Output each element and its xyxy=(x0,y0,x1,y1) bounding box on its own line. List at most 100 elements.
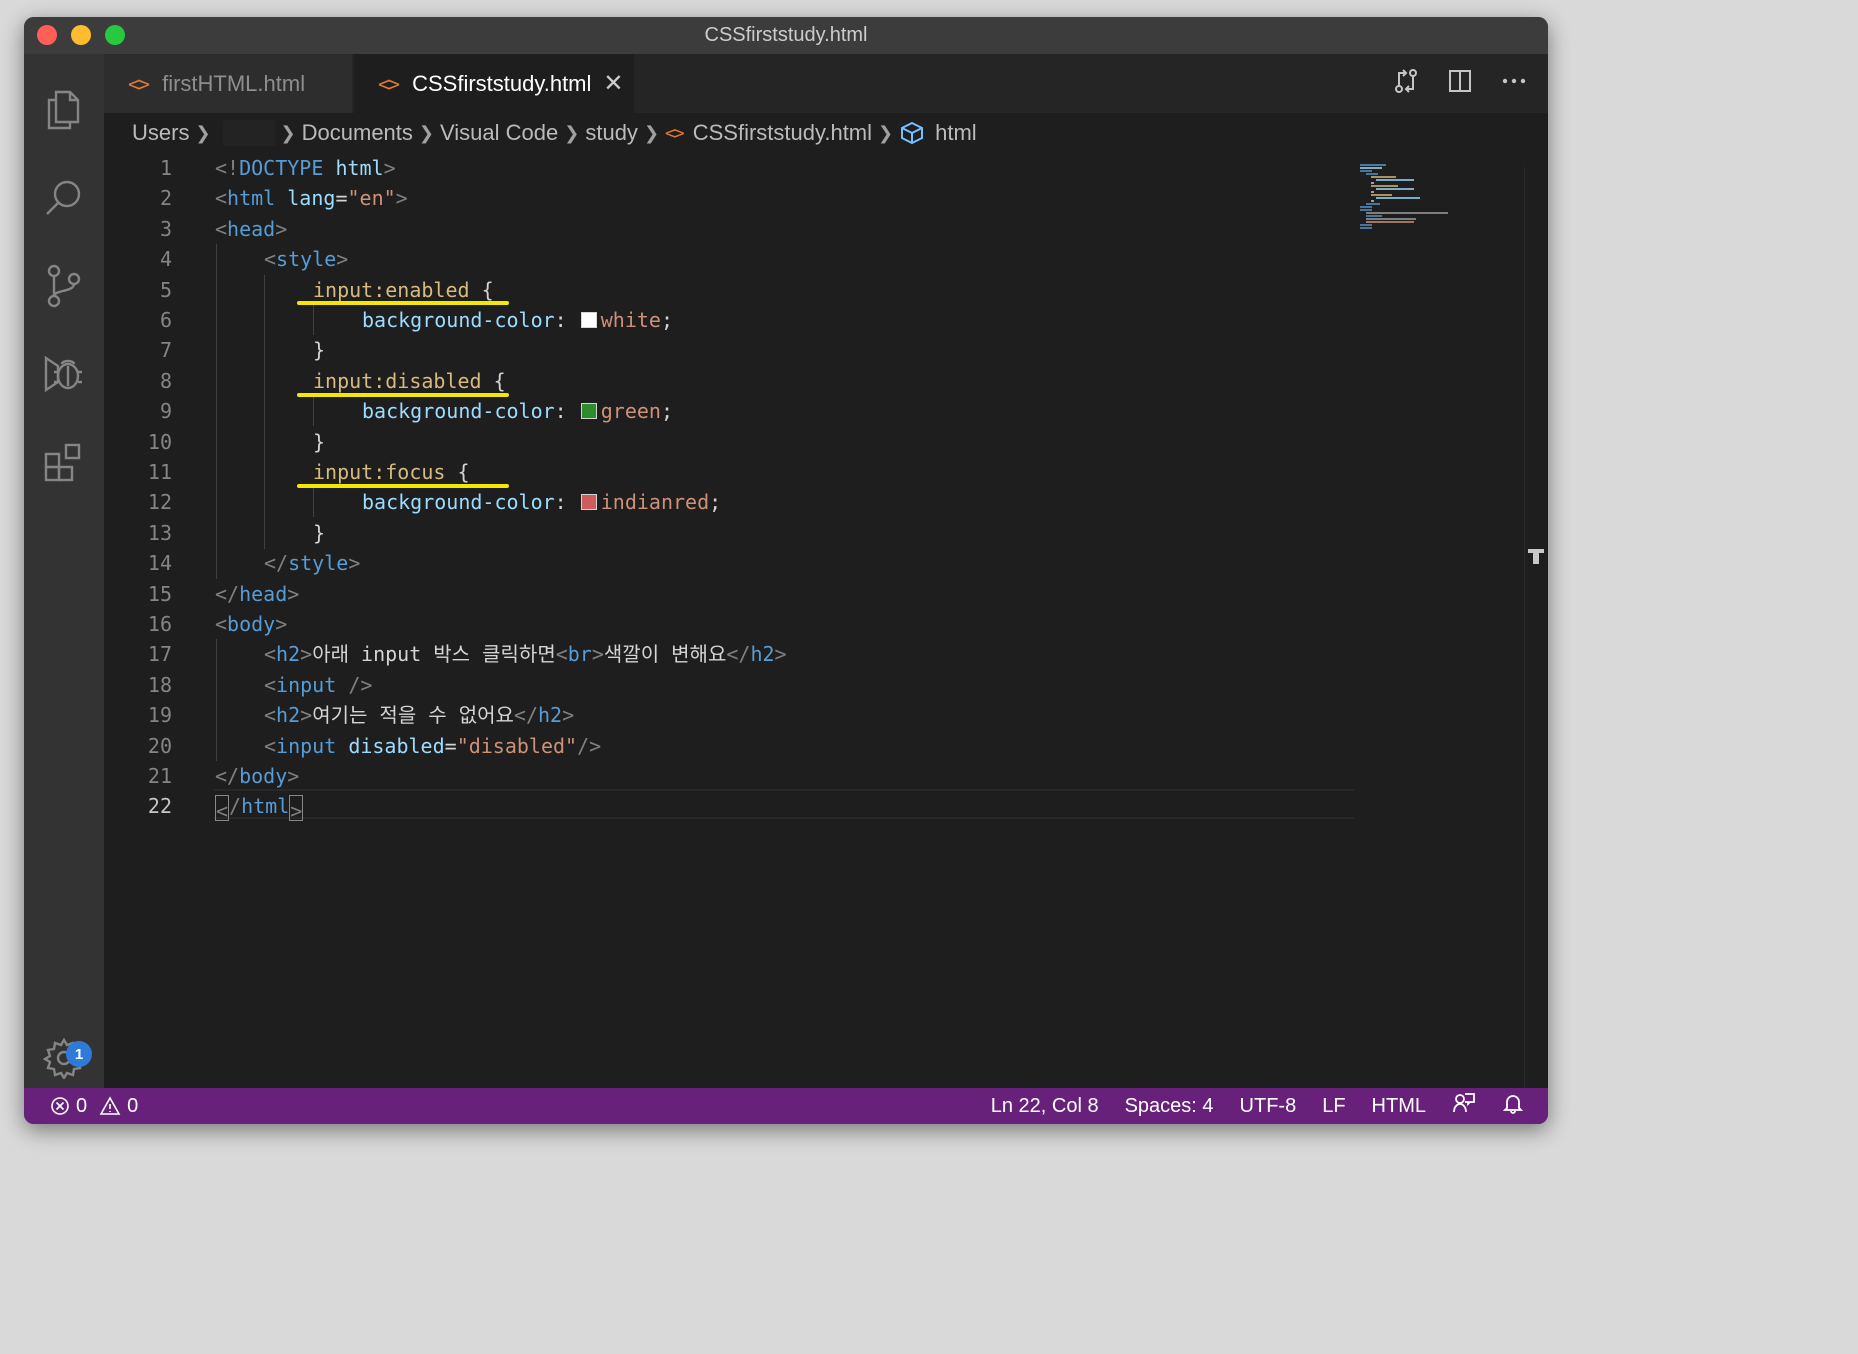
punct: } xyxy=(313,521,326,545)
text-content: 아래 input 박스 클릭하면 xyxy=(312,642,556,666)
punct: > xyxy=(275,217,288,241)
tag: input xyxy=(276,734,337,758)
code-line: <h2>아래 input 박스 클릭하면<br>색깔이 변해요</h2> xyxy=(264,639,787,669)
cursor-position[interactable]: Ln 22, Col 8 xyxy=(991,1095,1099,1118)
line-number: 9 xyxy=(159,399,172,423)
tag: body xyxy=(227,612,276,636)
tag: head xyxy=(239,582,288,606)
breadcrumb-study[interactable]: study xyxy=(585,120,638,146)
explorer-icon[interactable] xyxy=(38,84,90,136)
punct: < xyxy=(215,186,228,210)
split-editor-icon[interactable] xyxy=(1446,67,1474,100)
punct: : xyxy=(554,308,579,332)
tag: h2 xyxy=(276,703,301,727)
code-line: background-color: green; xyxy=(362,396,673,426)
code-line: background-color: indianred; xyxy=(362,487,721,517)
punct: > xyxy=(591,642,604,666)
vertical-scrollbar[interactable] xyxy=(1524,167,1548,1087)
close-tab-icon[interactable]: ✕ xyxy=(603,69,623,98)
css-property: background-color xyxy=(362,490,555,514)
punct: < xyxy=(264,703,277,727)
breadcrumb-users[interactable]: Users xyxy=(132,120,189,146)
indent-guide xyxy=(313,396,314,426)
punct: </ xyxy=(726,642,751,666)
editor-tab-bar: <> firstHTML.html <> CSSfirststudy.html … xyxy=(104,54,1548,113)
line-number: 18 xyxy=(147,673,172,697)
current-line-highlight xyxy=(214,789,1354,819)
css-selector: input:focus xyxy=(313,460,446,484)
punct: </ xyxy=(215,764,240,788)
maximize-window-button[interactable] xyxy=(105,25,125,45)
color-swatch[interactable] xyxy=(580,312,597,328)
file-encoding[interactable]: UTF-8 xyxy=(1240,1095,1297,1118)
color-swatch[interactable] xyxy=(580,403,597,419)
tag: h2 xyxy=(538,703,563,727)
line-number: 14 xyxy=(147,551,172,575)
open-changes-icon[interactable] xyxy=(1392,67,1420,100)
line-number: 7 xyxy=(159,338,172,362)
code-editor[interactable]: 1 2 3 4 5 6 7 8 9 10 11 12 13 14 15 16 1… xyxy=(104,153,1548,1088)
html-file-icon: <> xyxy=(128,71,150,96)
punct: > xyxy=(287,582,300,606)
punct: > xyxy=(300,703,313,727)
run-debug-icon[interactable] xyxy=(38,348,90,400)
close-window-button[interactable] xyxy=(37,25,57,45)
end-of-line[interactable]: LF xyxy=(1322,1095,1345,1118)
attr: lang xyxy=(287,186,336,210)
breadcrumb-html-symbol[interactable]: html xyxy=(935,120,977,146)
status-bar: 0 0 Ln 22, Col 8 Spaces: 4 UTF-8 LF HTML xyxy=(24,1088,1548,1124)
line-number: 5 xyxy=(159,278,172,302)
language-mode[interactable]: HTML xyxy=(1372,1095,1426,1118)
line-number: 19 xyxy=(147,703,172,727)
breadcrumb-visual-code[interactable]: Visual Code xyxy=(440,120,558,146)
chevron-right-icon: ❯ xyxy=(280,122,296,144)
breadcrumb: Users ❯ ❯ Documents ❯ Visual Code ❯ stud… xyxy=(104,113,1548,153)
minimize-window-button[interactable] xyxy=(71,25,91,45)
bracket-match-close: > xyxy=(289,794,304,823)
code-line: <html lang="en"> xyxy=(215,183,408,213)
html-file-icon: <> xyxy=(378,71,400,96)
breadcrumb-file[interactable]: CSSfirststudy.html xyxy=(693,120,872,146)
extensions-icon[interactable] xyxy=(38,436,90,488)
search-icon[interactable] xyxy=(38,172,90,224)
css-selector: input:disabled xyxy=(313,369,482,393)
punct: { xyxy=(469,278,494,302)
minimap[interactable] xyxy=(1356,163,1526,243)
overview-ruler-cursor-icon xyxy=(1528,549,1544,564)
tag: body xyxy=(239,764,288,788)
problems-indicator[interactable]: 0 0 xyxy=(50,1095,138,1118)
code-line: </head> xyxy=(215,579,299,609)
code-line: background-color: white; xyxy=(362,305,673,335)
warning-count: 0 xyxy=(127,1094,139,1117)
symbol-element-icon xyxy=(899,121,925,145)
chevron-right-icon: ❯ xyxy=(643,122,660,144)
punct: ; xyxy=(660,399,674,423)
more-actions-icon[interactable] xyxy=(1500,67,1528,100)
line-number: 8 xyxy=(159,369,172,393)
chevron-right-icon: ❯ xyxy=(418,122,435,144)
punct: < xyxy=(216,798,229,823)
code-line: <input disabled="disabled"/> xyxy=(264,731,601,761)
punct: > xyxy=(300,642,313,666)
css-value: indianred xyxy=(600,490,710,514)
breadcrumb-redacted-user[interactable] xyxy=(222,120,275,146)
code-line: input:disabled { xyxy=(313,366,506,396)
feedback-icon[interactable] xyxy=(1452,1092,1476,1120)
notifications-bell-icon[interactable] xyxy=(1502,1092,1524,1120)
tab-cssfirststudy[interactable]: <> CSSfirststudy.html ✕ xyxy=(354,54,634,113)
breadcrumb-documents[interactable]: Documents xyxy=(302,120,413,146)
punct: < xyxy=(215,217,228,241)
tab-firsthtml[interactable]: <> firstHTML.html xyxy=(104,54,352,113)
punct: > xyxy=(348,551,361,575)
punct: { xyxy=(445,460,470,484)
line-number: 21 xyxy=(147,764,172,788)
source-control-icon[interactable] xyxy=(38,260,90,312)
tag: html xyxy=(227,186,276,210)
indentation-setting[interactable]: Spaces: 4 xyxy=(1125,1095,1214,1118)
code-line: <h2>여기는 적을 수 없어요</h2> xyxy=(264,700,574,730)
color-swatch[interactable] xyxy=(580,494,597,510)
code-line: } xyxy=(313,335,325,365)
punct: > xyxy=(287,764,300,788)
punct: = xyxy=(444,734,457,758)
